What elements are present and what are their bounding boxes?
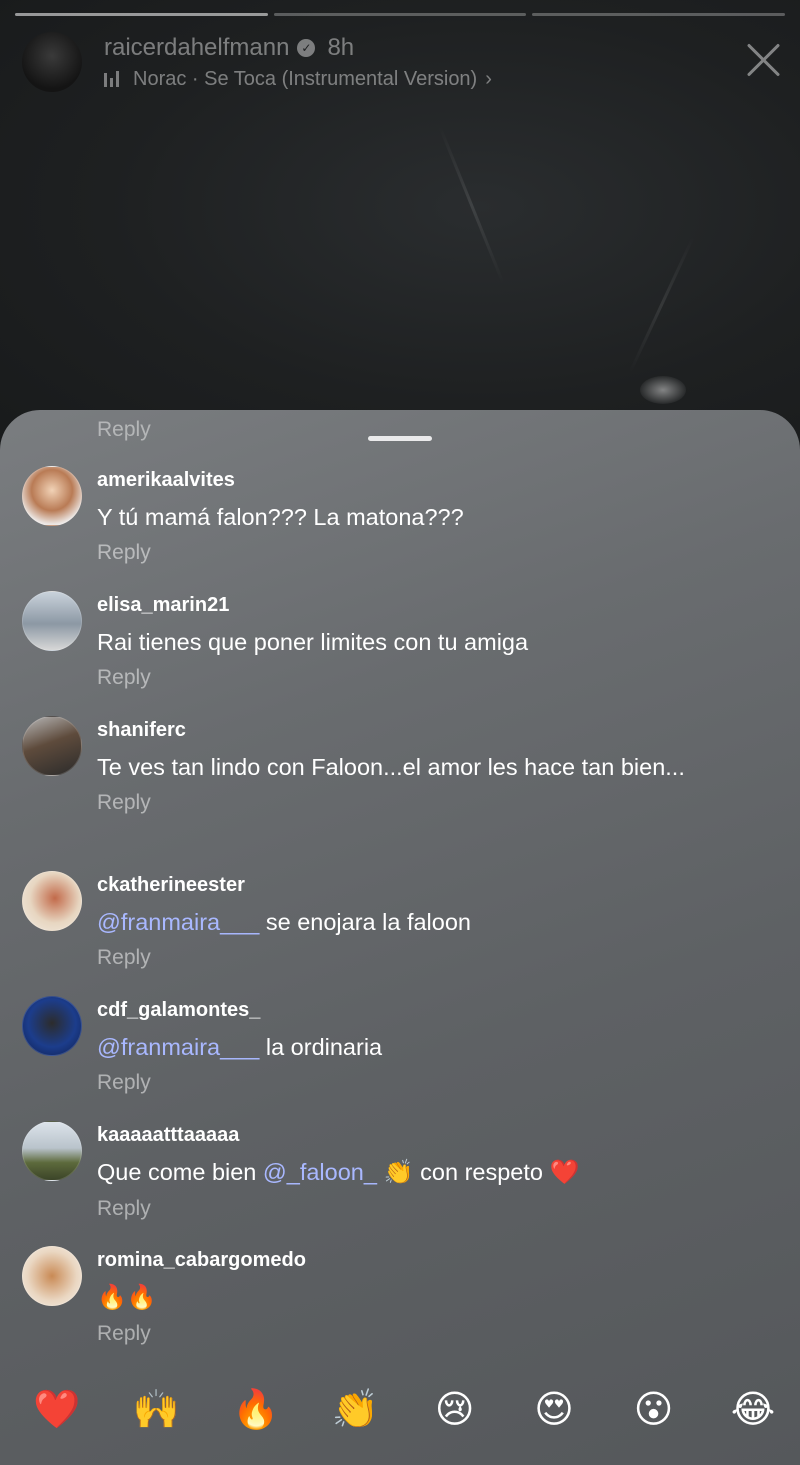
comment-text-segment: la ordinaria [259, 1034, 383, 1060]
story-progress-bar [15, 13, 786, 17]
mention-link[interactable]: @franmaira___ [97, 1034, 259, 1060]
verified-badge-icon: ✓ [297, 38, 316, 57]
story-username[interactable]: raicerdahelfmann [104, 34, 289, 62]
emoji: 🔥🔥 [97, 1284, 157, 1311]
comment-item: cdf_galamontes_ @franmaira___ la ordinari… [22, 996, 780, 1095]
reply-button[interactable]: Reply [97, 791, 151, 815]
reaction-heart-button[interactable]: ❤️ [32, 1385, 82, 1435]
commenter-avatar[interactable] [22, 591, 82, 651]
story-header: raicerdahelfmann ✓ 8h Norac · Se Toca (I… [22, 32, 786, 92]
story-author-avatar[interactable] [22, 32, 82, 92]
progress-segment [273, 13, 527, 16]
reaction-clapping-hands-button[interactable]: 👏 [330, 1385, 380, 1435]
sheet-drag-handle[interactable] [368, 436, 432, 441]
comment-text: @franmaira___ la ordinaria [97, 1031, 717, 1063]
emoji: 👏 [376, 1159, 421, 1186]
comment-body: shaniferc Te ves tan lindo con Faloon...e… [97, 716, 717, 815]
comment-body: cdf_galamontes_ @franmaira___ la ordinari… [97, 996, 717, 1095]
commenter-avatar[interactable] [22, 1121, 82, 1181]
comment-text-segment: Que come bien [97, 1159, 263, 1185]
comment-text: Que come bien @_faloon_ 👏 con respeto ❤️ [97, 1156, 717, 1189]
progress-segment [15, 13, 268, 16]
reply-button[interactable]: Reply [97, 418, 151, 442]
comment-username[interactable]: kaaaaatttaaaaa [97, 1123, 717, 1147]
comment-username[interactable]: elisa_marin21 [97, 593, 717, 617]
reaction-raised-hands-button[interactable]: 🙌 [131, 1385, 181, 1435]
comment-text-segment: Te ves tan lindo con Faloon...el amor le… [97, 754, 685, 780]
comment-text: Y tú mamá falon??? La matona??? [97, 501, 717, 533]
progress-segment [532, 13, 786, 16]
comment-text: 🔥🔥 [97, 1281, 717, 1314]
reaction-heart-eyes-button[interactable]: 😍 [529, 1385, 579, 1435]
comment-body: ckatherineester @franmaira___ se enojara … [97, 871, 717, 970]
comment-username[interactable]: amerikaalvites [97, 468, 717, 492]
reply-button[interactable]: Reply [97, 1197, 151, 1221]
comment-item: ckatherineester @franmaira___ se enojara … [22, 871, 780, 970]
comment-text: Te ves tan lindo con Faloon...el amor le… [97, 751, 717, 783]
music-bars-icon [104, 71, 119, 87]
music-title: Norac · Se Toca (Instrumental Version) [133, 67, 478, 90]
close-button[interactable] [742, 38, 786, 82]
comments-sheet: Reply amerikaalvites Y tú mamá falon??? L… [0, 410, 800, 1465]
comment-item: shaniferc Te ves tan lindo con Faloon...e… [22, 716, 780, 815]
commenter-avatar[interactable] [22, 871, 82, 931]
reaction-fire-button[interactable]: 🔥 [231, 1385, 281, 1435]
comment-username[interactable]: ckatherineester [97, 873, 717, 897]
comment-item: amerikaalvites Y tú mamá falon??? La mato… [22, 466, 780, 565]
reply-button[interactable]: Reply [97, 1071, 151, 1095]
comment-text: Rai tienes que poner limites con tu amig… [97, 626, 717, 658]
comment-username[interactable]: shaniferc [97, 718, 717, 742]
commenter-avatar[interactable] [22, 1246, 82, 1306]
comment-text-segment: se enojara la faloon [259, 909, 471, 935]
reply-button[interactable]: Reply [97, 1322, 151, 1346]
reply-button[interactable]: Reply [97, 541, 151, 565]
story-user-row: raicerdahelfmann ✓ 8h [104, 34, 742, 62]
reply-button[interactable]: Reply [97, 666, 151, 690]
comment-text-segment: Y tú mamá falon??? La matona??? [97, 504, 464, 530]
reply-button[interactable]: Reply [97, 946, 151, 970]
quick-reactions-bar: ❤️ 🙌 🔥 👏 😢 😍 😮 😂 [0, 1385, 800, 1435]
comment-item: kaaaaatttaaaaa Que come bien @_faloon_ 👏 … [22, 1121, 780, 1221]
comment-body: kaaaaatttaaaaa Que come bien @_faloon_ 👏 … [97, 1121, 717, 1221]
reaction-crying-face-button[interactable]: 😢 [430, 1385, 480, 1435]
reaction-laughing-face-button[interactable]: 😂 [728, 1385, 778, 1435]
music-attribution[interactable]: Norac · Se Toca (Instrumental Version) › [104, 68, 742, 91]
story-timestamp: 8h [327, 33, 355, 61]
comment-text-segment: con respeto [420, 1159, 550, 1185]
comment-body: romina_cabargomedo 🔥🔥 Reply [97, 1246, 717, 1346]
mention-link[interactable]: @_faloon_ [263, 1159, 377, 1185]
emoji: ❤️ [549, 1159, 580, 1186]
chevron-right-icon: › [485, 67, 492, 90]
story-light-glow [640, 376, 686, 404]
comment-text-segment: Rai tienes que poner limites con tu amig… [97, 629, 529, 655]
reaction-surprised-face-button[interactable]: 😮 [629, 1385, 679, 1435]
commenter-avatar[interactable] [22, 716, 82, 776]
comment-text: @franmaira___ se enojara la faloon [97, 906, 717, 938]
commenter-avatar[interactable] [22, 996, 82, 1056]
comment-item: romina_cabargomedo 🔥🔥 Reply [22, 1246, 780, 1346]
comment-username[interactable]: romina_cabargomedo [97, 1248, 717, 1272]
comment-body: amerikaalvites Y tú mamá falon??? La mato… [97, 466, 717, 565]
commenter-avatar[interactable] [22, 466, 82, 526]
story-meta: raicerdahelfmann ✓ 8h Norac · Se Toca (I… [104, 34, 742, 91]
comment-item: elisa_marin21 Rai tienes que poner limite… [22, 591, 780, 690]
mention-link[interactable]: @franmaira___ [97, 909, 259, 935]
comment-body: elisa_marin21 Rai tienes que poner limite… [97, 591, 717, 690]
comment-username[interactable]: cdf_galamontes_ [97, 998, 717, 1022]
